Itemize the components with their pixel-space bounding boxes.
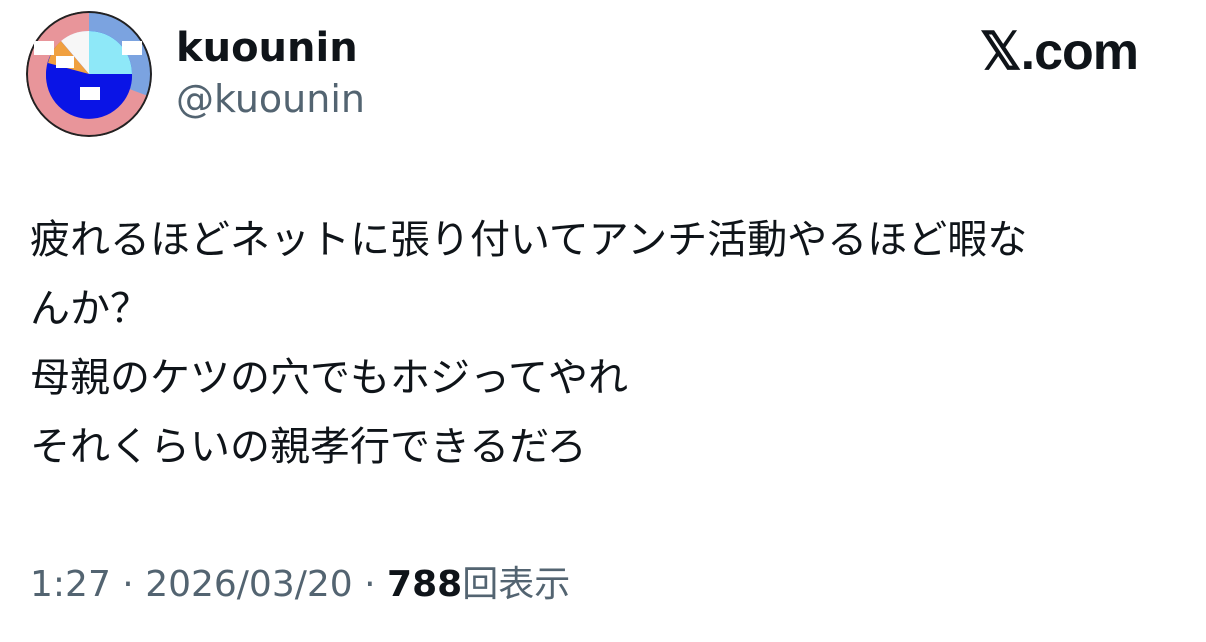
user-handle[interactable]: @kuounin [176,74,365,124]
tweet-time[interactable]: 1:27 [30,564,111,605]
tweet-line: んか？ [30,286,150,332]
avatar-label-box-20s [80,87,100,100]
display-name[interactable]: kuounin [176,22,358,74]
tweet-line: それくらいの親孝行できるだろ [30,424,587,470]
pie-chart-avatar-icon [26,11,152,137]
avatar-label-box-male [122,41,142,55]
avatar[interactable] [26,11,152,137]
tweet-date[interactable]: 2026/03/20 [145,564,353,605]
meta-separator: · [110,564,146,605]
avatar-label-box-female [34,41,54,55]
views-label: 回表示 [462,564,571,605]
tweet-line: 母親のケツの穴でもホジってやれ [30,355,628,401]
tweet-line: 疲れるほどネットに張り付いてアンチ活動やるほど暇な [30,217,1028,263]
avatar-label-box-30s [56,56,74,68]
tweet-meta: 1:27 · 2026/03/20 · 788回表示 [30,560,570,610]
x-com-logo: 𝕏.com [979,23,1139,81]
meta-separator: · [352,564,388,605]
tweet-text: 疲れるほどネットに張り付いてアンチ活動やるほど暇な んか？ 母親のケツの穴でもホ… [30,206,1160,482]
views-count: 788 [387,564,463,605]
